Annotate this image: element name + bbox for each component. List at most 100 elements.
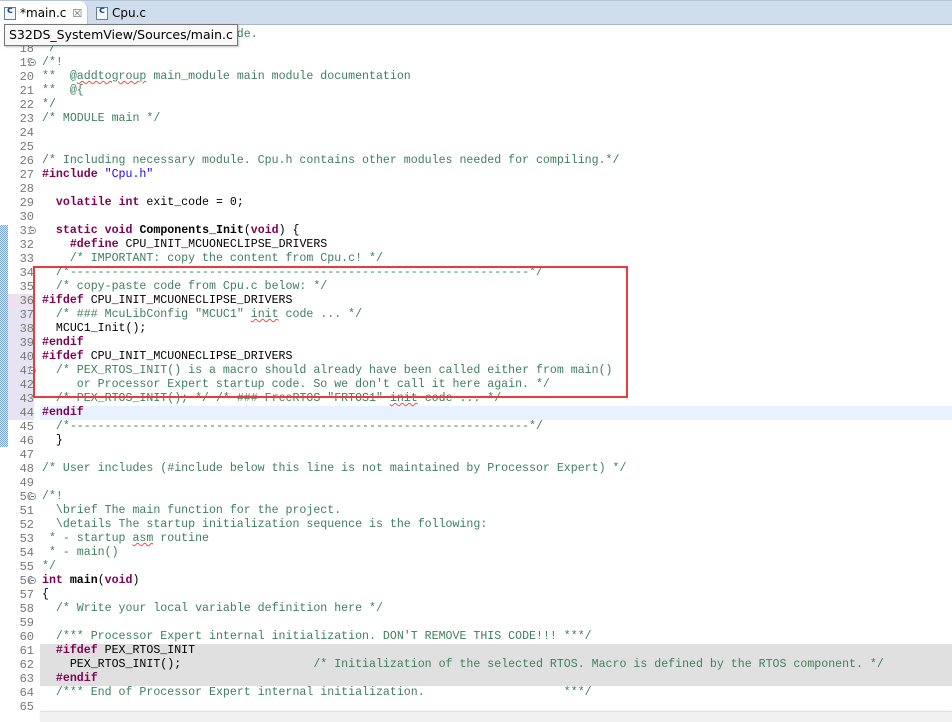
code-text: volatile int exit_code = 0; xyxy=(55,196,244,209)
code-text: #endif xyxy=(55,672,98,685)
code-line[interactable]: 51 \brief The main function for the proj… xyxy=(0,504,952,518)
line-number: 23 xyxy=(19,112,34,126)
code-line[interactable]: 60 /*** Processor Expert internal initia… xyxy=(0,630,952,644)
tab-cpu-c[interactable]: Cpu.c xyxy=(92,1,162,25)
tab-main-c[interactable]: *main.c ☒ xyxy=(0,1,88,25)
line-number: 26 xyxy=(19,154,34,168)
line-number: 28 xyxy=(19,182,34,196)
code-line[interactable]: 30 xyxy=(0,210,952,224)
code-line[interactable]: 40 #ifdef CPU_INIT_MCUONECLIPSE_DRIVERS xyxy=(0,350,952,364)
horizontal-scrollbar[interactable] xyxy=(40,711,952,722)
code-line[interactable]: 50/*! xyxy=(0,490,952,504)
code-line[interactable]: 35 /* copy-paste code from Cpu.c below: … xyxy=(0,280,952,294)
line-number: 61 xyxy=(19,644,34,658)
code-line[interactable]: 48 /* User includes (#include below this … xyxy=(0,462,952,476)
code-text: #define CPU_INIT_MCUONECLIPSE_DRIVERS xyxy=(69,238,328,251)
code-text: * - main() xyxy=(42,546,119,559)
code-line[interactable]: 19/*! xyxy=(0,56,952,70)
code-line[interactable]: 49 xyxy=(0,476,952,490)
close-icon[interactable]: ☒ xyxy=(72,7,82,20)
code-line[interactable]: 52 \details The startup initialization s… xyxy=(0,518,952,532)
line-number: 47 xyxy=(19,448,34,462)
code-line[interactable]: 61 #ifdef PEX_RTOS_INIT xyxy=(0,644,952,658)
code-line[interactable]: 24 xyxy=(0,126,952,140)
code-line[interactable]: 28 xyxy=(0,182,952,196)
code-line[interactable]: 21 ** @{ xyxy=(0,84,952,98)
code-line[interactable]: 54 * - main() xyxy=(0,546,952,560)
tab-label: *main.c xyxy=(20,6,67,20)
code-line[interactable]: 25 xyxy=(0,140,952,154)
c-file-icon xyxy=(96,5,108,20)
line-number: 32 xyxy=(19,238,34,252)
line-number: 22 xyxy=(19,98,34,112)
line-number: 33 xyxy=(19,252,34,266)
line-number: 38 xyxy=(8,322,34,336)
code-text: /* copy-paste code from Cpu.c below: */ xyxy=(55,280,328,293)
code-text: #ifdef CPU_INIT_MCUONECLIPSE_DRIVERS xyxy=(42,294,293,307)
code-line[interactable]: 53 * - startup asm routine xyxy=(0,532,952,546)
code-line[interactable]: 62 PEX_RTOS_INIT(); /* Initialization of… xyxy=(0,658,952,672)
code-text: #ifdef CPU_INIT_MCUONECLIPSE_DRIVERS xyxy=(42,350,293,363)
code-text: /*** Processor Expert internal initializ… xyxy=(55,630,592,643)
tab-path-tooltip: S32DS_SystemView/Sources/main.c xyxy=(4,24,238,46)
code-line[interactable]: 36 #ifdef CPU_INIT_MCUONECLIPSE_DRIVERS xyxy=(0,294,952,308)
code-line[interactable]: 43 /* PEX_RTOS_INIT(); */ /* ### FreeRTO… xyxy=(0,392,952,406)
code-text: MCUC1_Init(); xyxy=(42,322,147,335)
fold-collapse-icon[interactable] xyxy=(29,493,36,500)
code-line[interactable]: 44 #endif xyxy=(0,406,952,420)
code-line[interactable]: 58 /* Write your local variable definiti… xyxy=(0,602,952,616)
code-line[interactable]: 55 */ xyxy=(0,560,952,574)
line-number: 43 xyxy=(8,392,34,406)
code-line[interactable]: 27 #include "Cpu.h" xyxy=(0,168,952,182)
code-line[interactable]: 64 /*** End of Processor Expert internal… xyxy=(0,686,952,700)
line-number: 65 xyxy=(19,700,34,714)
code-text: { xyxy=(42,588,49,601)
code-text: /*--------------------------------------… xyxy=(55,420,543,433)
code-text: /* PEX_RTOS_INIT() is a macro should alr… xyxy=(55,364,613,377)
code-line[interactable]: 23 /* MODULE main */ xyxy=(0,112,952,126)
line-number: 52 xyxy=(19,518,34,532)
line-number: 59 xyxy=(19,616,34,630)
code-text: /*--------------------------------------… xyxy=(55,266,543,279)
code-line[interactable]: 20 ** @addtogroup main_module main module… xyxy=(0,70,952,84)
code-line[interactable]: 45 /*-----------------------------------… xyxy=(0,420,952,434)
code-line[interactable]: 39 #endif xyxy=(0,336,952,350)
line-number: 27 xyxy=(19,168,34,182)
line-number: 63 xyxy=(19,672,34,686)
code-line[interactable]: 32 #define CPU_INIT_MCUONECLIPSE_DRIVERS xyxy=(0,238,952,252)
code-text: /* Write your local variable definition … xyxy=(55,602,383,615)
line-number: 39 xyxy=(8,336,34,350)
code-text: /* Including necessary module. Cpu.h con… xyxy=(42,154,620,167)
code-line[interactable]: 26 /* Including necessary module. Cpu.h c… xyxy=(0,154,952,168)
fold-collapse-icon[interactable] xyxy=(29,577,36,584)
line-number: 45 xyxy=(19,420,34,434)
fold-collapse-icon[interactable] xyxy=(29,367,36,374)
inactive-code-highlight xyxy=(40,672,952,686)
line-number: 30 xyxy=(19,210,34,224)
code-line[interactable]: 59 xyxy=(0,616,952,630)
code-line[interactable]: 29 volatile int exit_code = 0; xyxy=(0,196,952,210)
line-number: 25 xyxy=(19,140,34,154)
line-number: 36 xyxy=(8,294,34,308)
code-text: \brief The main function for the project… xyxy=(42,504,342,517)
code-line[interactable]: 41 /* PEX_RTOS_INIT() is a macro should … xyxy=(0,364,952,378)
code-line[interactable]: 31 static void Components_Init(void) { xyxy=(0,224,952,238)
code-line[interactable]: 38 MCUC1_Init(); xyxy=(0,322,952,336)
line-number: 64 xyxy=(19,686,34,700)
code-line[interactable]: 57 { xyxy=(0,588,952,602)
code-line[interactable]: 22 */ xyxy=(0,98,952,112)
fold-collapse-icon[interactable] xyxy=(29,59,36,66)
fold-collapse-icon[interactable] xyxy=(29,227,36,234)
code-text: PEX_RTOS_INIT(); /* Initialization of th… xyxy=(42,658,884,671)
code-line[interactable]: 34 /*-----------------------------------… xyxy=(0,266,952,280)
code-line[interactable]: 56 int main(void) xyxy=(0,574,952,588)
line-number: 29 xyxy=(19,196,34,210)
code-line[interactable]: 46 } xyxy=(0,434,952,448)
code-editor[interactable]: 17ntains user's application code.18*/19/… xyxy=(0,25,952,714)
code-line[interactable]: 37 /* ### McuLibConfig "MCUC1" init code… xyxy=(0,308,952,322)
code-line[interactable]: 47 xyxy=(0,448,952,462)
code-text: */ xyxy=(42,560,56,573)
code-line[interactable]: 42 or Processor Expert startup code. So … xyxy=(0,378,952,392)
code-line[interactable]: 63 #endif xyxy=(0,672,952,686)
code-line[interactable]: 33 /* IMPORTANT: copy the content from C… xyxy=(0,252,952,266)
